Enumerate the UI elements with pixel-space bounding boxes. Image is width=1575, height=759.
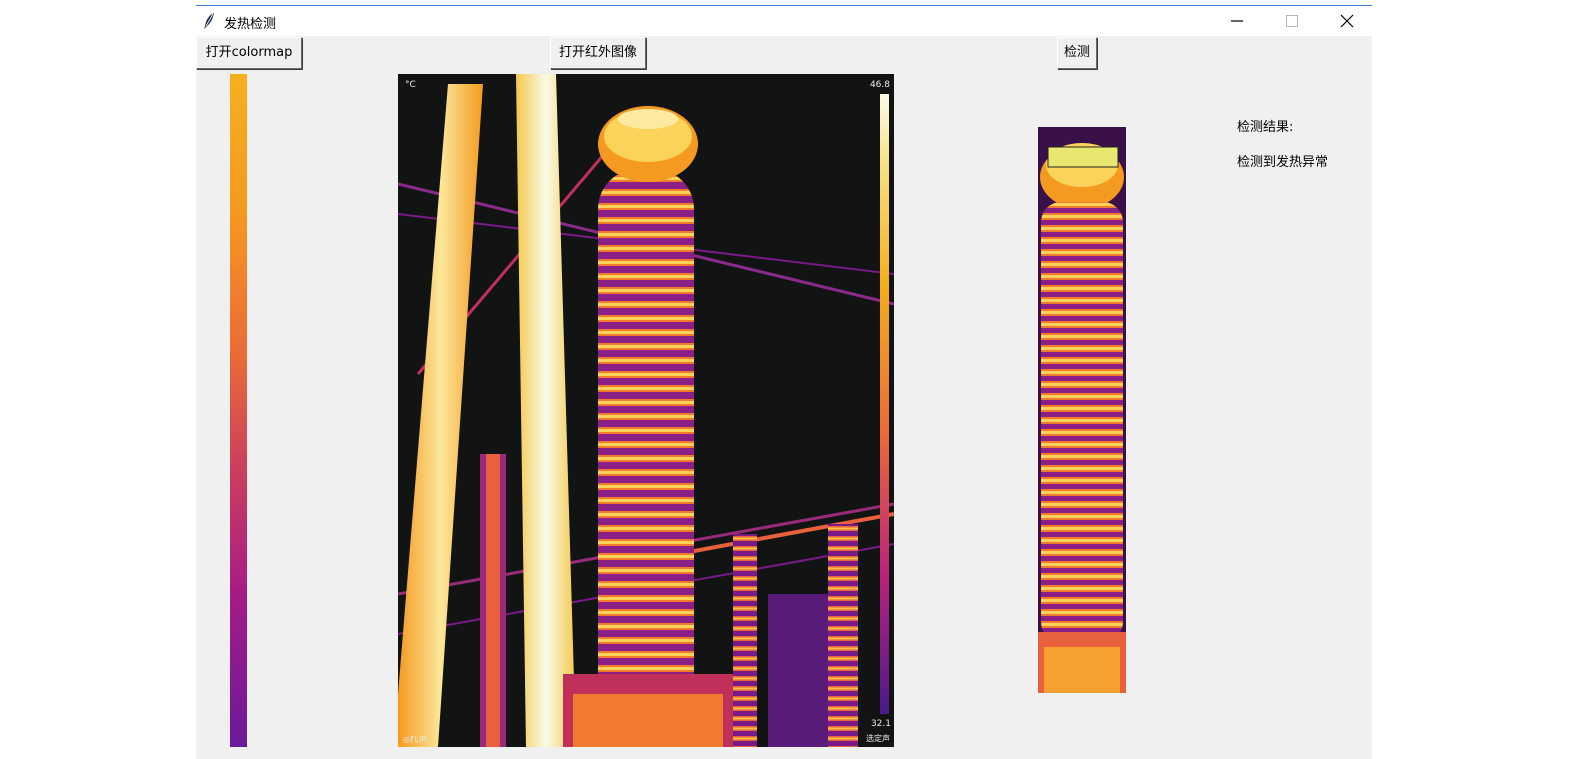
- crop-scene: [1038, 127, 1126, 693]
- minimize-button[interactable]: [1214, 6, 1260, 36]
- infrared-scene: [398, 74, 894, 747]
- detect-button[interactable]: 检测: [1057, 37, 1097, 69]
- feather-icon: [202, 12, 216, 30]
- detection-box: [1047, 146, 1119, 168]
- colormap-bar: [230, 74, 247, 747]
- maximize-icon: [1286, 15, 1298, 27]
- close-button[interactable]: [1324, 6, 1370, 36]
- temperature-scale: [880, 94, 889, 714]
- app-window: 发热检测 打开colormap 打开红外图像 检测 °C 46.8 32.1 ◎…: [196, 5, 1372, 759]
- detection-result-label: 检测结果:: [1237, 120, 1294, 135]
- minimize-icon: [1231, 20, 1243, 22]
- flir-logo: ◎FLIR: [403, 735, 427, 744]
- max-temperature: 46.8: [869, 80, 890, 90]
- close-icon: [1340, 14, 1354, 28]
- open-infrared-image-button[interactable]: 打开红外图像: [550, 37, 646, 69]
- open-colormap-button[interactable]: 打开colormap: [196, 37, 302, 69]
- detected-region-crop: [1038, 127, 1126, 693]
- maximize-button[interactable]: [1269, 6, 1315, 36]
- infrared-image: °C 46.8 32.1 ◎FLIR 选定声: [398, 74, 894, 747]
- title-bar[interactable]: 发热检测: [196, 6, 1372, 36]
- min-temperature: 32.1: [870, 719, 891, 729]
- detection-result-text: 检测到发热异常: [1237, 155, 1329, 170]
- window-title: 发热检测: [224, 17, 277, 32]
- image-signature: 选定声: [866, 734, 890, 743]
- temperature-unit: °C: [405, 80, 416, 90]
